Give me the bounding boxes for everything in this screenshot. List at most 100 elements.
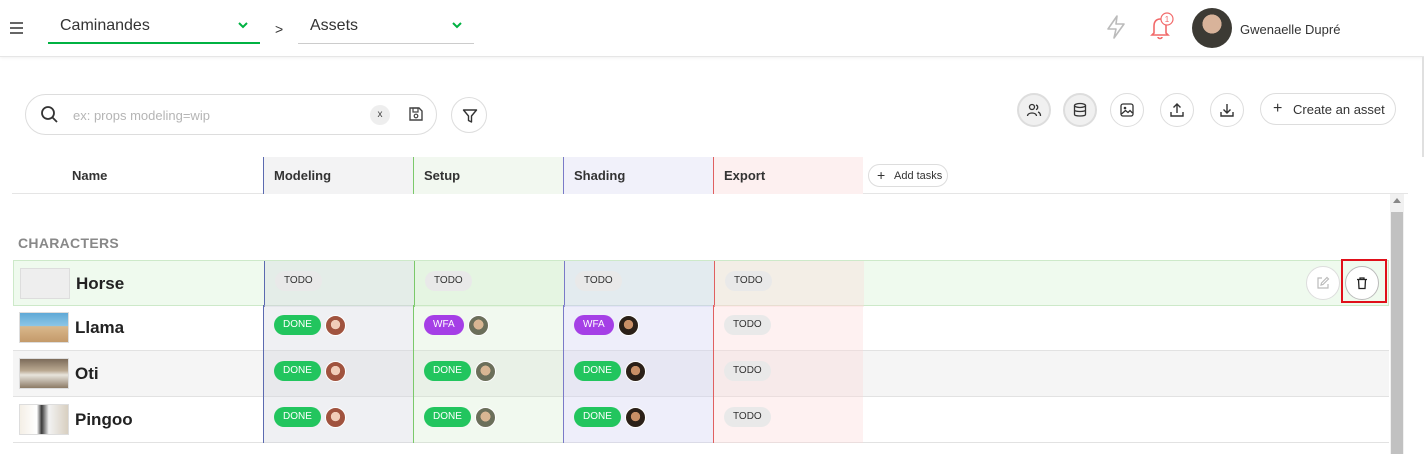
status-badge[interactable]: DONE (424, 407, 471, 427)
status-badge[interactable]: WFA (424, 315, 464, 335)
table-row[interactable]: Horse TODO TODO TODO TODO (13, 260, 1389, 307)
edit-icon (1317, 276, 1330, 289)
people-icon (1026, 103, 1042, 117)
table-row[interactable]: Pingoo DONE DONE DONE TODO (13, 397, 1389, 443)
create-asset-label: Create an asset (1293, 102, 1385, 117)
lightning-icon[interactable] (1104, 14, 1128, 40)
user-avatar[interactable] (1192, 8, 1232, 48)
task-cell-setup[interactable]: DONE (413, 397, 563, 443)
menu-icon[interactable] (10, 22, 24, 36)
asset-name[interactable]: Llama (75, 318, 124, 338)
edit-asset-button[interactable] (1306, 266, 1340, 300)
task-cell-shading[interactable]: WFA (563, 305, 713, 351)
entity-type-select[interactable]: Assets (298, 12, 474, 44)
top-bar: Caminandes > Assets 1 Gwenaelle Dupré (0, 0, 1424, 57)
status-badge[interactable]: DONE (274, 315, 321, 335)
task-cell-setup[interactable]: DONE (413, 351, 563, 397)
assignee-avatar[interactable] (625, 361, 646, 382)
task-cell-modeling[interactable]: DONE (263, 305, 413, 351)
table-row[interactable]: Oti DONE DONE DONE TODO (13, 351, 1389, 397)
vertical-scrollbar[interactable] (1390, 194, 1404, 454)
production-select-value: Caminandes (60, 17, 150, 34)
clear-search-button[interactable]: x (370, 105, 390, 125)
filter-icon (462, 109, 478, 123)
chevron-down-icon (452, 22, 462, 29)
filter-button[interactable] (451, 97, 487, 133)
import-button[interactable] (1160, 93, 1194, 127)
status-badge[interactable]: DONE (274, 407, 321, 427)
column-header-name[interactable]: Name (72, 157, 107, 194)
column-header-modeling[interactable]: Modeling (263, 157, 413, 194)
status-badge[interactable]: DONE (274, 361, 321, 381)
assignee-avatar[interactable] (618, 315, 639, 336)
create-asset-button[interactable]: + Create an asset (1260, 93, 1396, 125)
status-badge[interactable]: TODO (275, 271, 322, 291)
assignee-avatar[interactable] (468, 315, 489, 336)
asset-thumbnail[interactable] (19, 404, 69, 435)
breadcrumb-separator: > (275, 21, 284, 37)
scroll-up-icon[interactable] (1393, 198, 1401, 203)
status-badge[interactable]: TODO (425, 271, 472, 291)
search-input[interactable] (73, 105, 353, 125)
plus-icon: + (1273, 100, 1283, 117)
task-cell-export[interactable]: TODO (713, 397, 863, 443)
status-badge[interactable]: TODO (725, 271, 772, 291)
task-cell-export[interactable]: TODO (713, 351, 863, 397)
task-cell-modeling[interactable]: DONE (263, 351, 413, 397)
scrollbar-thumb[interactable] (1391, 212, 1403, 454)
assignee-avatar[interactable] (475, 407, 496, 428)
search-icon (41, 106, 58, 123)
task-cell-modeling[interactable]: TODO (264, 261, 414, 307)
chevron-down-icon (238, 22, 248, 29)
status-badge[interactable]: DONE (424, 361, 471, 381)
task-cell-shading[interactable]: DONE (563, 397, 713, 443)
add-tasks-button[interactable]: + Add tasks (868, 164, 948, 187)
assignee-avatar[interactable] (325, 361, 346, 382)
column-header-setup[interactable]: Setup (413, 157, 563, 194)
assignee-avatar[interactable] (625, 407, 646, 428)
people-filter-button[interactable] (1017, 93, 1051, 127)
production-select[interactable]: Caminandes (48, 12, 260, 44)
task-cell-shading[interactable]: DONE (563, 351, 713, 397)
asset-thumbnail[interactable] (20, 268, 70, 299)
status-badge[interactable]: DONE (574, 407, 621, 427)
assignee-avatar[interactable] (325, 407, 346, 428)
thumbnails-button[interactable] (1110, 93, 1144, 127)
add-tasks-label: Add tasks (894, 170, 943, 182)
upload-icon (1170, 103, 1184, 117)
notification-bell-icon[interactable]: 1 (1148, 12, 1176, 42)
status-badge[interactable]: DONE (574, 361, 621, 381)
task-cell-setup[interactable]: TODO (414, 261, 564, 307)
delete-button-highlight (1341, 259, 1387, 303)
status-badge[interactable]: TODO (724, 407, 771, 427)
database-icon (1073, 102, 1087, 117)
notification-count: 1 (1165, 15, 1170, 24)
assignee-avatar[interactable] (325, 315, 346, 336)
group-title: CHARACTERS (18, 235, 119, 251)
column-header-shading[interactable]: Shading (563, 157, 713, 194)
column-header-export[interactable]: Export (713, 157, 863, 194)
user-name[interactable]: Gwenaelle Dupré (1240, 22, 1340, 37)
asset-name[interactable]: Horse (76, 274, 124, 294)
asset-name[interactable]: Pingoo (75, 410, 133, 430)
assignee-avatar[interactable] (475, 361, 496, 382)
status-badge[interactable]: TODO (724, 361, 771, 381)
image-icon (1120, 103, 1134, 117)
entity-type-select-value: Assets (310, 17, 359, 34)
asset-thumbnail[interactable] (19, 358, 69, 389)
status-badge[interactable]: WFA (574, 315, 614, 335)
task-cell-export[interactable]: TODO (714, 261, 864, 307)
plus-icon: + (877, 167, 886, 183)
task-cell-setup[interactable]: WFA (413, 305, 563, 351)
save-search-icon[interactable] (408, 106, 424, 122)
export-button[interactable] (1210, 93, 1244, 127)
table-row[interactable]: Llama DONE WFA WFA TODO (13, 305, 1389, 351)
asset-name[interactable]: Oti (75, 364, 99, 384)
database-view-button[interactable] (1063, 93, 1097, 127)
status-badge[interactable]: TODO (724, 315, 771, 335)
task-cell-modeling[interactable]: DONE (263, 397, 413, 443)
task-cell-export[interactable]: TODO (713, 305, 863, 351)
asset-thumbnail[interactable] (19, 312, 69, 343)
task-cell-shading[interactable]: TODO (564, 261, 714, 307)
status-badge[interactable]: TODO (575, 271, 622, 291)
